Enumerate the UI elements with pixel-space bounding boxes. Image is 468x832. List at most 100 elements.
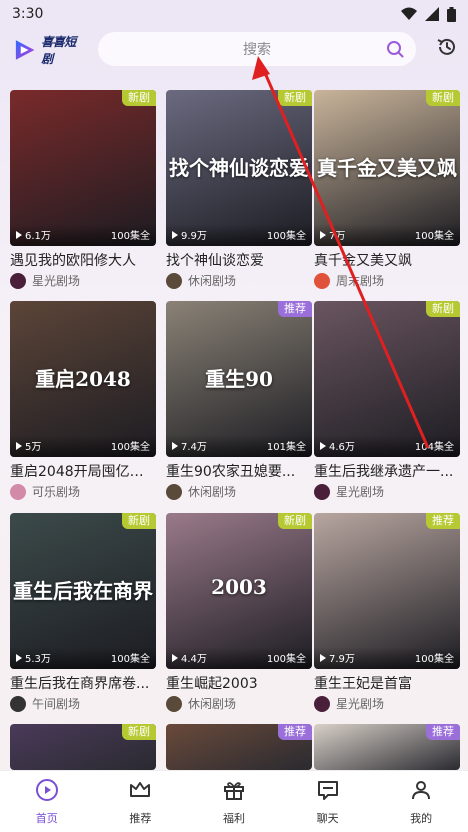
view-count: 7.9万 xyxy=(320,650,355,665)
logo-play-icon xyxy=(15,40,35,60)
logo-text: 喜喜短剧 xyxy=(41,35,76,66)
view-count-text: 9.9万 xyxy=(181,231,207,242)
drama-title[interactable]: 重生后我继承遗产一... xyxy=(314,461,460,481)
view-count-text: 4.6万 xyxy=(329,442,355,453)
drama-thumbnail[interactable]: 重生后我在商界 5.3万 100集全 新剧 xyxy=(10,513,156,669)
nav-label: 聊天 xyxy=(316,811,339,825)
chat-icon xyxy=(316,778,340,806)
nav-item-0[interactable]: 首页 xyxy=(12,778,82,826)
drama-thumbnail[interactable]: 7.9万 100集全 推荐 xyxy=(314,513,460,669)
view-count: 6.1万 xyxy=(16,227,51,242)
theater-name: 可乐剧场 xyxy=(32,485,81,499)
theater-avatar xyxy=(314,483,330,500)
history-icon[interactable] xyxy=(436,36,458,58)
drama-card[interactable]: 真千金又美又飒 7万 100集全 新剧 真千金又美又飒 周末剧场 xyxy=(314,90,460,292)
drama-thumbnail[interactable]: 找个神仙谈恋爱 9.9万 100集全 新剧 xyxy=(166,90,312,246)
theater-info: 休闲剧场 xyxy=(166,272,236,289)
theater-avatar xyxy=(314,695,330,712)
theater-name: 星光剧场 xyxy=(336,485,385,499)
search-bar[interactable]: 搜索 xyxy=(98,32,416,66)
view-count: 9.9万 xyxy=(172,227,207,242)
drama-badge: 推荐 xyxy=(426,724,460,740)
wifi-icon xyxy=(401,7,417,20)
drama-badge: 新剧 xyxy=(278,90,312,106)
nav-item-1[interactable]: 推荐 xyxy=(105,778,175,826)
theater-info: 星光剧场 xyxy=(10,272,80,289)
thumbnail-caption: 找个神仙谈恋爱 xyxy=(169,156,309,181)
drama-thumbnail[interactable]: 4.6万 104集全 新剧 xyxy=(314,301,460,457)
nav-item-3[interactable]: 聊天 xyxy=(293,778,363,826)
drama-title[interactable]: 找个神仙谈恋爱 xyxy=(166,250,312,270)
drama-badge: 新剧 xyxy=(426,301,460,317)
drama-title[interactable]: 重生王妃是首富 xyxy=(314,673,460,693)
theater-name: 星光剧场 xyxy=(32,274,81,288)
drama-badge: 新剧 xyxy=(122,90,156,106)
drama-badge: 推荐 xyxy=(278,724,312,740)
play-icon xyxy=(172,653,178,662)
theater-info: 可乐剧场 xyxy=(10,483,80,500)
theater-name: 休闲剧场 xyxy=(188,697,237,711)
drama-badge: 新剧 xyxy=(122,513,156,529)
bottom-nav: 首页 推荐 福利 聊天 我的 xyxy=(0,770,468,832)
drama-card[interactable]: 重生90 7.4万 101集全 推荐 重生90农家丑媳要... 休闲剧场 xyxy=(166,301,312,503)
drama-thumbnail[interactable]: 6.1万 100集全 新剧 xyxy=(10,90,156,246)
drama-card-peek[interactable]: 新剧 xyxy=(10,724,156,770)
view-count-text: 4.4万 xyxy=(181,654,207,665)
play-icon xyxy=(16,441,22,450)
drama-thumbnail[interactable]: 真千金又美又飒 7万 100集全 新剧 xyxy=(314,90,460,246)
drama-card[interactable]: 6.1万 100集全 新剧 遇见我的欧阳修大人 星光剧场 xyxy=(10,90,156,292)
play-icon xyxy=(172,230,178,239)
drama-title[interactable]: 重生后我在商界席卷... xyxy=(10,673,156,693)
signal-icon xyxy=(425,7,439,21)
episode-count: 100集全 xyxy=(110,654,150,665)
drama-card[interactable]: 7.9万 100集全 推荐 重生王妃是首富 星光剧场 xyxy=(314,513,460,715)
view-count-text: 7.4万 xyxy=(181,442,207,453)
theater-avatar xyxy=(166,272,182,289)
theater-name: 休闲剧场 xyxy=(188,274,237,288)
theater-name: 星光剧场 xyxy=(336,697,385,711)
theater-avatar xyxy=(166,483,182,500)
view-count-text: 5万 xyxy=(25,442,42,453)
drama-card[interactable]: 4.6万 104集全 新剧 重生后我继承遗产一... 星光剧场 xyxy=(314,301,460,503)
theater-info: 休闲剧场 xyxy=(166,483,236,500)
nav-label: 我的 xyxy=(410,811,433,825)
drama-thumbnail[interactable]: 重启2048 5万 100集全 xyxy=(10,301,156,457)
episode-count: 100集全 xyxy=(110,442,150,453)
episode-count: 101集全 xyxy=(266,442,306,453)
theater-info: 周末剧场 xyxy=(314,272,384,289)
drama-title[interactable]: 重启2048开局囤亿万... xyxy=(10,461,156,481)
theater-info: 星光剧场 xyxy=(314,695,384,712)
drama-title[interactable]: 重生崛起2003 xyxy=(166,673,312,693)
view-count: 4.6万 xyxy=(320,438,355,453)
theater-name: 休闲剧场 xyxy=(188,485,237,499)
drama-badge: 新剧 xyxy=(122,724,156,740)
drama-title[interactable]: 遇见我的欧阳修大人 xyxy=(10,250,156,270)
theater-avatar xyxy=(10,483,26,500)
play-icon xyxy=(16,653,22,662)
drama-title[interactable]: 重生90农家丑媳要... xyxy=(166,461,312,481)
episode-count: 100集全 xyxy=(414,654,454,665)
play-icon xyxy=(320,441,326,450)
nav-item-4[interactable]: 我的 xyxy=(386,778,456,826)
view-count-text: 7万 xyxy=(329,231,346,242)
drama-card[interactable]: 重生后我在商界 5.3万 100集全 新剧 重生后我在商界席卷... 午间剧场 xyxy=(10,513,156,715)
drama-card-peek[interactable]: 推荐 xyxy=(314,724,460,770)
play-icon xyxy=(172,441,178,450)
play-icon xyxy=(320,230,326,239)
search-icon[interactable] xyxy=(386,40,404,58)
episode-count: 100集全 xyxy=(110,231,150,242)
drama-card[interactable]: 找个神仙谈恋爱 9.9万 100集全 新剧 找个神仙谈恋爱 休闲剧场 xyxy=(166,90,312,292)
view-count-text: 5.3万 xyxy=(25,654,51,665)
theater-info: 午间剧场 xyxy=(10,695,80,712)
drama-thumbnail[interactable]: 重生90 7.4万 101集全 推荐 xyxy=(166,301,312,457)
view-count: 5.3万 xyxy=(16,650,51,665)
theater-avatar xyxy=(10,695,26,712)
drama-card[interactable]: 重启2048 5万 100集全 重启2048开局囤亿万... 可乐剧场 xyxy=(10,301,156,503)
drama-thumbnail[interactable]: 2003 4.4万 100集全 新剧 xyxy=(166,513,312,669)
drama-card[interactable]: 2003 4.4万 100集全 新剧 重生崛起2003 休闲剧场 xyxy=(166,513,312,715)
thumbnail-caption: 重生后我在商界 xyxy=(13,579,153,604)
app-logo: 喜喜短剧 xyxy=(12,35,86,66)
nav-item-2[interactable]: 福利 xyxy=(199,778,269,826)
drama-title[interactable]: 真千金又美又飒 xyxy=(314,250,460,270)
drama-card-peek[interactable]: 推荐 xyxy=(166,724,312,770)
